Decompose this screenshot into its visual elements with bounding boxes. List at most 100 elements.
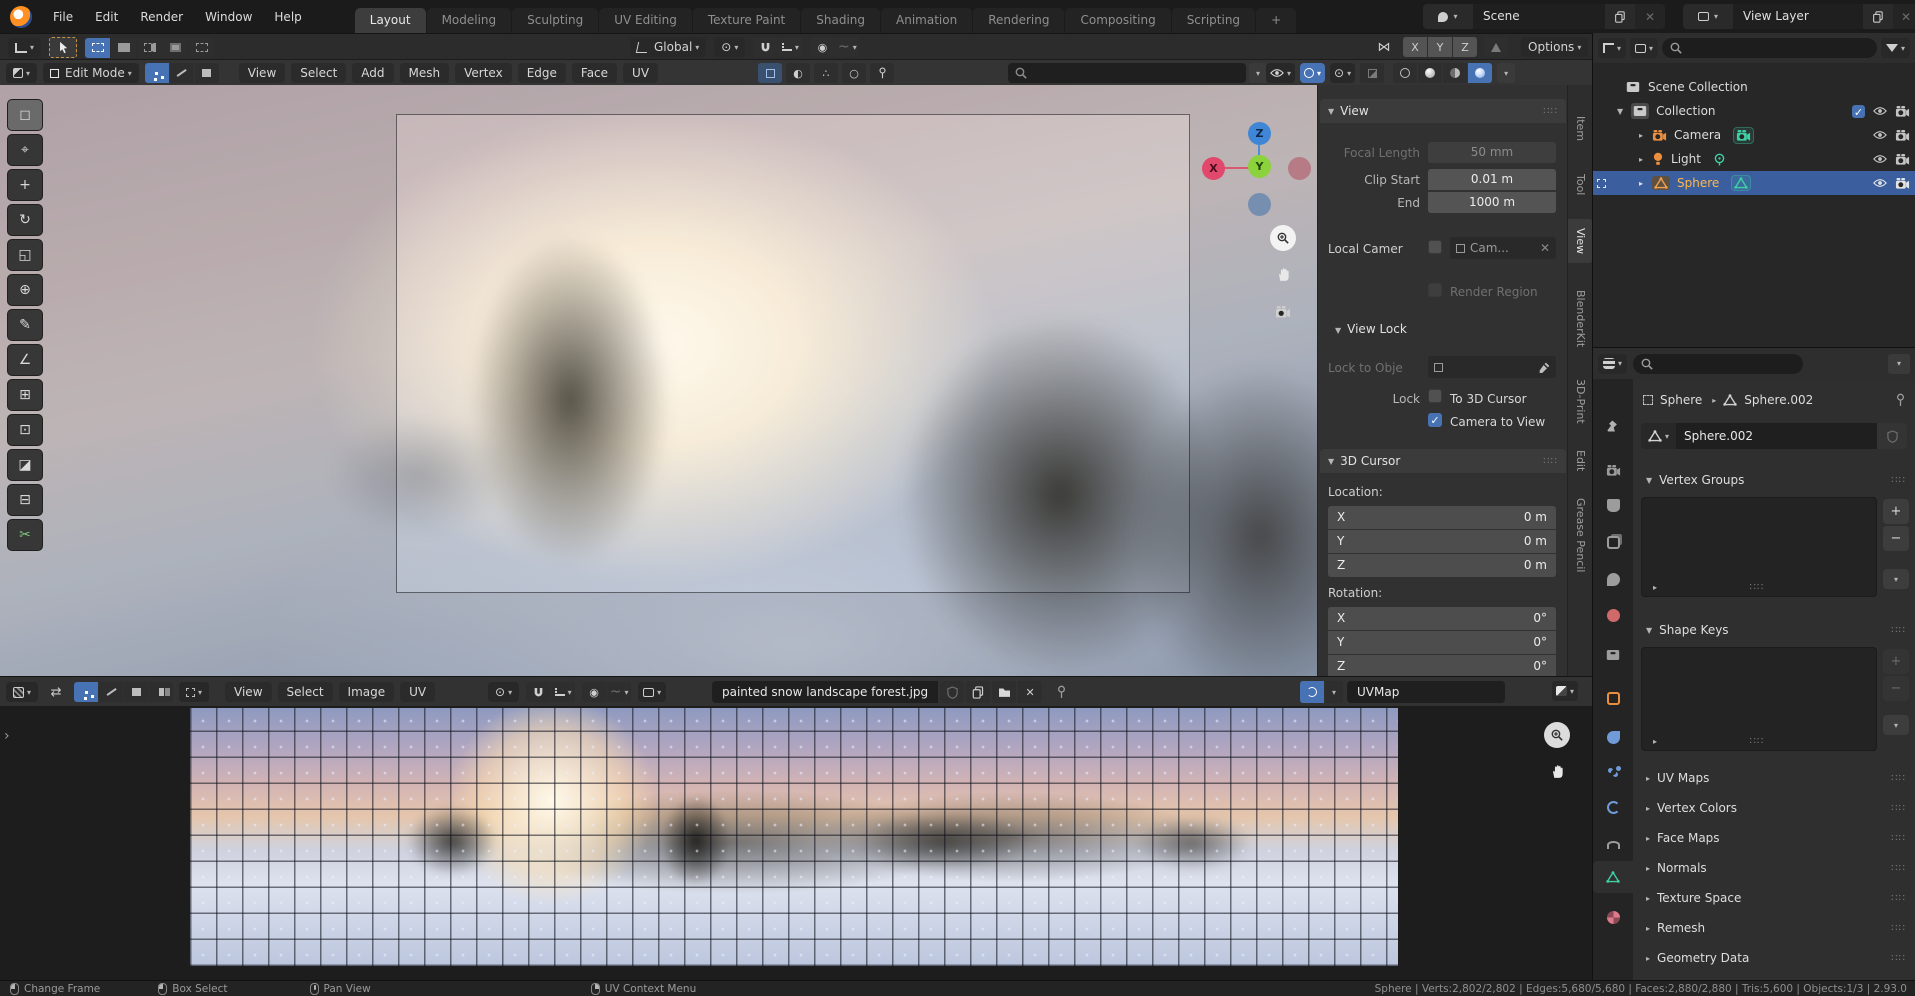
blenderkit-scene-category-icon[interactable]	[870, 63, 894, 83]
panel-grip-icon[interactable]: ∷∷	[1543, 106, 1558, 117]
uv-sticky-select-dropdown[interactable]: ▾	[179, 682, 210, 702]
clip-start-field[interactable]: 0.01 m	[1428, 169, 1556, 190]
image-fake-user-button[interactable]	[940, 681, 965, 703]
breadcrumb-object[interactable]: Sphere	[1660, 393, 1702, 407]
local-camera-checkbox[interactable]	[1428, 240, 1442, 254]
outliner-filter-id-dropdown[interactable]: ▾	[1630, 38, 1659, 58]
render-region-checkbox[interactable]	[1428, 283, 1442, 297]
tab-animation[interactable]: Animation	[881, 8, 973, 33]
image-pin-icon[interactable]	[1056, 685, 1067, 699]
shape-key-remove-button[interactable]: −	[1883, 676, 1909, 701]
sidebar-tab-item[interactable]: Item	[1568, 107, 1592, 151]
image-open-folder-button[interactable]	[992, 681, 1017, 703]
scene-delete-button[interactable]: ✕	[1635, 4, 1665, 29]
outliner-filter-dropdown[interactable]: ▾	[1880, 38, 1910, 58]
image-unlink-button[interactable]: ✕	[1018, 681, 1043, 703]
tool-move-icon[interactable]: +	[7, 169, 43, 201]
tab-rendering[interactable]: Rendering	[973, 8, 1065, 33]
mirror-z-button[interactable]: Z	[1453, 37, 1477, 57]
viewport-canvas[interactable]: ◻ ⌖ + ↻ ◱ ⊕ ✎ ∠ ⊞ ⊡ ◪ ⊟ ✂ Z X Y ▼ View ∷…	[0, 85, 1592, 676]
viewport-menu-select[interactable]: Select	[291, 63, 347, 83]
uv-proportional-editing-toggle[interactable]: ◉	[582, 682, 607, 702]
vertex-groups-panel-header[interactable]: ▼ Vertex Groups ∷∷	[1637, 467, 1912, 493]
region-expand-arrow[interactable]: ›	[4, 728, 10, 744]
blenderkit-hdr-category-icon[interactable]: ○	[842, 63, 866, 83]
camera-view-button[interactable]	[1270, 299, 1296, 325]
gizmo-z-neg-axis[interactable]	[1248, 193, 1271, 216]
view-layer-icon[interactable]: ▾	[1683, 4, 1733, 29]
select-extend-button[interactable]	[111, 37, 137, 58]
tab-output-icon[interactable]	[1593, 489, 1633, 521]
fake-user-shield-button[interactable]	[1877, 423, 1907, 449]
cursor-rotation-z[interactable]: Z 0°	[1328, 655, 1556, 676]
viewport-menu-view[interactable]: View	[238, 63, 286, 83]
tab-shading[interactable]: Shading	[801, 8, 880, 33]
viewport-menu-edge[interactable]: Edge	[517, 63, 566, 83]
outliner-search-input[interactable]	[1662, 38, 1877, 58]
properties-search-input[interactable]	[1633, 353, 1804, 374]
hide-eye-icon[interactable]	[1873, 105, 1887, 118]
tool-annotate-icon[interactable]: ✎	[7, 309, 43, 341]
tab-constraints-icon[interactable]	[1593, 829, 1633, 861]
select-set-button[interactable]	[85, 37, 111, 58]
tool-transform-icon[interactable]: ⊕	[7, 274, 43, 306]
cursor-rotation-y[interactable]: Y 0°	[1328, 631, 1556, 654]
tab-physics-icon[interactable]	[1593, 791, 1633, 823]
scene-name-field[interactable]: Scene	[1473, 4, 1605, 29]
shape-keys-panel-header[interactable]: ▼ Shape Keys ∷∷	[1637, 617, 1912, 643]
properties-editor-type-icon[interactable]: ▾	[1598, 353, 1628, 374]
lock-to-object-field[interactable]	[1428, 356, 1556, 378]
uv-island-select-button[interactable]	[149, 682, 174, 702]
view-lock-subpanel-header[interactable]: ▼ View Lock	[1332, 322, 1407, 336]
tab-object-data-icon[interactable]	[1593, 861, 1633, 893]
tab-tool-icon[interactable]	[1593, 409, 1633, 441]
uv-vertex-select-button[interactable]	[74, 682, 99, 702]
vertex-groups-list[interactable]: ▸ ∷∷	[1641, 497, 1877, 597]
sidebar-tab-edit[interactable]: Edit	[1568, 441, 1592, 481]
uv-editor-type-icon[interactable]: ▾	[6, 682, 39, 702]
view-layer-copy-button[interactable]	[1863, 4, 1893, 29]
tool-measure-icon[interactable]: ∠	[7, 344, 43, 376]
pan-viewport-button[interactable]	[1270, 261, 1296, 287]
eyedropper-icon[interactable]	[1539, 362, 1550, 373]
tab-modeling[interactable]: Modeling	[426, 8, 512, 33]
vertex-select-button[interactable]	[144, 63, 169, 83]
outliner-row-camera[interactable]: ▸ Camera	[1593, 123, 1915, 147]
expand-icon[interactable]: ▸	[1639, 155, 1643, 164]
pivot-point-dropdown[interactable]: ⊙ ▾	[714, 37, 746, 57]
tool-bevel-icon[interactable]: ◪	[7, 449, 43, 481]
uv-menu-image[interactable]: Image	[338, 682, 395, 702]
tab-compositing[interactable]: Compositing	[1065, 8, 1171, 33]
uv-map-name-field[interactable]: UVMap	[1347, 681, 1505, 703]
tab-layout[interactable]: Layout	[354, 8, 426, 33]
cursor-location-y[interactable]: Y0 m	[1328, 530, 1556, 553]
outliner-display-mode-dropdown[interactable]: ▾	[1598, 38, 1627, 58]
add-workspace-button[interactable]: +	[1256, 8, 1297, 33]
outliner-row-sphere[interactable]: ▸ Sphere	[1593, 171, 1915, 195]
shape-key-add-button[interactable]: +	[1883, 649, 1909, 674]
active-tool-tweak-button[interactable]	[49, 37, 78, 58]
tab-modifiers-icon[interactable]	[1593, 721, 1633, 753]
tool-cursor-icon[interactable]: ⌖	[7, 134, 43, 166]
disable-render-icon[interactable]	[1895, 105, 1910, 118]
outliner-row-light[interactable]: ▸ Light	[1593, 147, 1915, 171]
transform-orientation-dropdown[interactable]: Global ▾	[630, 37, 707, 57]
outliner-row-scene-collection[interactable]: Scene Collection	[1593, 75, 1915, 99]
show-overlays-dropdown[interactable]: ⊙ ▾	[1330, 63, 1356, 83]
tool-loopcut-icon[interactable]: ⊟	[7, 484, 43, 516]
face-maps-panel-header[interactable]: ▸ Face Maps ∷∷	[1637, 825, 1912, 851]
blenderkit-material-category-icon[interactable]: ◐	[786, 63, 810, 83]
tool-knife-icon[interactable]: ✂	[7, 519, 43, 551]
disable-render-icon[interactable]	[1895, 153, 1910, 166]
texture-space-panel-header[interactable]: ▸ Texture Space ∷∷	[1637, 885, 1912, 911]
snap-toggle[interactable]	[753, 37, 778, 57]
outliner-row-collection[interactable]: ▼ Collection ✓	[1593, 99, 1915, 123]
mesh-browse-dropdown[interactable]: ▾	[1641, 423, 1677, 449]
image-copy-button[interactable]	[966, 681, 991, 703]
clip-end-field[interactable]: 1000 m	[1428, 192, 1556, 213]
uv-menu-uv[interactable]: UV	[400, 682, 436, 702]
uv-pan-button[interactable]	[1544, 758, 1570, 784]
camera-to-view-checkbox[interactable]: ✓	[1428, 413, 1442, 427]
viewport-menu-mesh[interactable]: Mesh	[399, 63, 450, 83]
tab-scripting[interactable]: Scripting	[1171, 8, 1256, 33]
